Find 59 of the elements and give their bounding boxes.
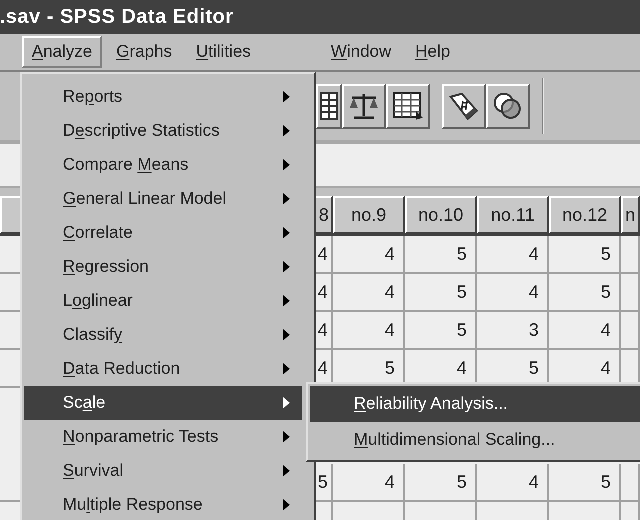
table-cell: 4 <box>549 312 621 348</box>
table-cell: 5 <box>405 312 477 348</box>
table-cell: 4 <box>333 236 405 272</box>
submenu-arrow-icon <box>283 397 290 409</box>
table-cell: 5 <box>549 464 621 500</box>
table-cell: 4 <box>333 274 405 310</box>
table-cell: 3 <box>477 312 549 348</box>
menu-item[interactable]: Classify <box>24 318 302 352</box>
menu-item[interactable]: Correlate <box>24 216 302 250</box>
table-cell: 5 <box>405 464 477 500</box>
menu-item[interactable]: Graphs <box>106 36 182 68</box>
table-cell: 4 <box>333 312 405 348</box>
menu-item[interactable]: Multiple Response <box>24 488 302 520</box>
table-cell: 5 <box>405 236 477 272</box>
table-cell: 4 <box>477 236 549 272</box>
menu-item[interactable]: Scale <box>24 386 302 420</box>
submenu-arrow-icon <box>283 465 290 477</box>
menu-item[interactable]: Reliability Analysis... <box>310 386 640 422</box>
table-cell: 4 <box>477 464 549 500</box>
column-header[interactable]: no.10 <box>405 196 477 234</box>
column-header[interactable]: n <box>621 196 640 234</box>
menu-item[interactable]: Help <box>406 36 460 68</box>
circles-icon[interactable] <box>486 84 530 128</box>
menu-item[interactable]: Descriptive Statistics <box>24 114 302 148</box>
column-header[interactable]: no.11 <box>477 196 549 234</box>
menu-item[interactable]: Loglinear <box>24 284 302 318</box>
table-cell: 4 <box>477 274 549 310</box>
menu-item[interactable]: Compare Means <box>24 148 302 182</box>
menu-item[interactable]: Survival <box>24 454 302 488</box>
submenu-arrow-icon <box>283 91 290 103</box>
menu-item[interactable]: Regression <box>24 250 302 284</box>
menu-item[interactable]: Multidimensional Scaling... <box>310 422 640 458</box>
table-cell: 5 <box>549 274 621 310</box>
table-cell: 5 <box>549 236 621 272</box>
submenu-arrow-icon <box>283 125 290 137</box>
table-cell: 4 <box>333 464 405 500</box>
menu-item[interactable]: Nonparametric Tests <box>24 420 302 454</box>
table-icon[interactable] <box>386 84 430 128</box>
table-cell: 5 <box>405 274 477 310</box>
column-header[interactable]: no.12 <box>549 196 621 234</box>
menu-item[interactable]: Utilities <box>186 36 262 68</box>
submenu-arrow-icon <box>283 159 290 171</box>
submenu-arrow-icon <box>283 363 290 375</box>
menu-item[interactable]: General Linear Model <box>24 182 302 216</box>
menu-item[interactable]: Data Reduction <box>24 352 302 386</box>
window-title: .sav - SPSS Data Editor <box>0 5 234 30</box>
menu-item[interactable]: Reports <box>24 80 302 114</box>
submenu-arrow-icon <box>283 431 290 443</box>
menu-item[interactable]: Analyze <box>22 36 102 68</box>
scales-icon[interactable] <box>342 84 386 128</box>
column-header[interactable]: no.9 <box>333 196 405 234</box>
submenu-arrow-icon <box>283 295 290 307</box>
tag-icon[interactable] <box>442 84 486 128</box>
submenu-arrow-icon <box>283 193 290 205</box>
submenu-arrow-icon <box>283 261 290 273</box>
submenu-arrow-icon <box>283 329 290 341</box>
menu-item[interactable]: Window <box>321 36 402 68</box>
submenu-arrow-icon <box>283 227 290 239</box>
submenu-arrow-icon <box>283 499 290 511</box>
